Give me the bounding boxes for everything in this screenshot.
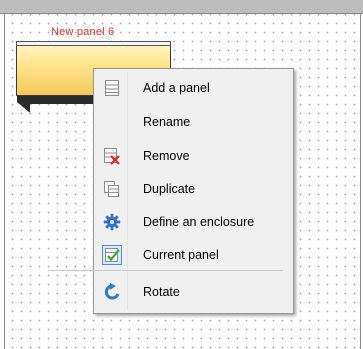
gear-icon	[97, 208, 127, 236]
menu-separator	[48, 270, 283, 271]
menu-item-remove[interactable]: Remove	[97, 142, 290, 170]
menu-item-label: Define an enclosure	[143, 215, 255, 229]
menu-item-label: Rotate	[143, 285, 180, 299]
menu-item-rename[interactable]: Rename	[97, 108, 290, 136]
duplicate-icon	[97, 175, 127, 203]
context-menu: Add a panel Rename Remove Duplicate Defi…	[93, 68, 294, 314]
current-panel-check-icon	[97, 241, 127, 269]
menu-item-rotate[interactable]: Rotate	[97, 278, 290, 306]
panel-list-icon	[97, 74, 127, 102]
menu-item-current-panel[interactable]: Current panel	[97, 241, 290, 269]
rotate-icon	[97, 278, 127, 306]
remove-panel-icon	[97, 142, 127, 170]
rename-blank-icon	[97, 108, 127, 136]
menu-item-add-panel[interactable]: Add a panel	[97, 74, 290, 102]
window-top-bar	[0, 0, 363, 14]
menu-item-label: Rename	[143, 115, 191, 129]
menu-item-define-enclosure[interactable]: Define an enclosure	[97, 208, 290, 236]
panel-name-label: New panel 6	[51, 26, 115, 38]
menu-item-label: Duplicate	[143, 182, 196, 196]
panel-top-edge	[16, 41, 171, 46]
menu-item-label: Current panel	[143, 248, 219, 262]
menu-item-label: Remove	[143, 149, 190, 163]
menu-item-label: Add a panel	[143, 81, 210, 95]
app-window: New panel 6 Add a panel Rename Remove Du…	[0, 0, 363, 349]
menu-item-duplicate[interactable]: Duplicate	[97, 175, 290, 203]
